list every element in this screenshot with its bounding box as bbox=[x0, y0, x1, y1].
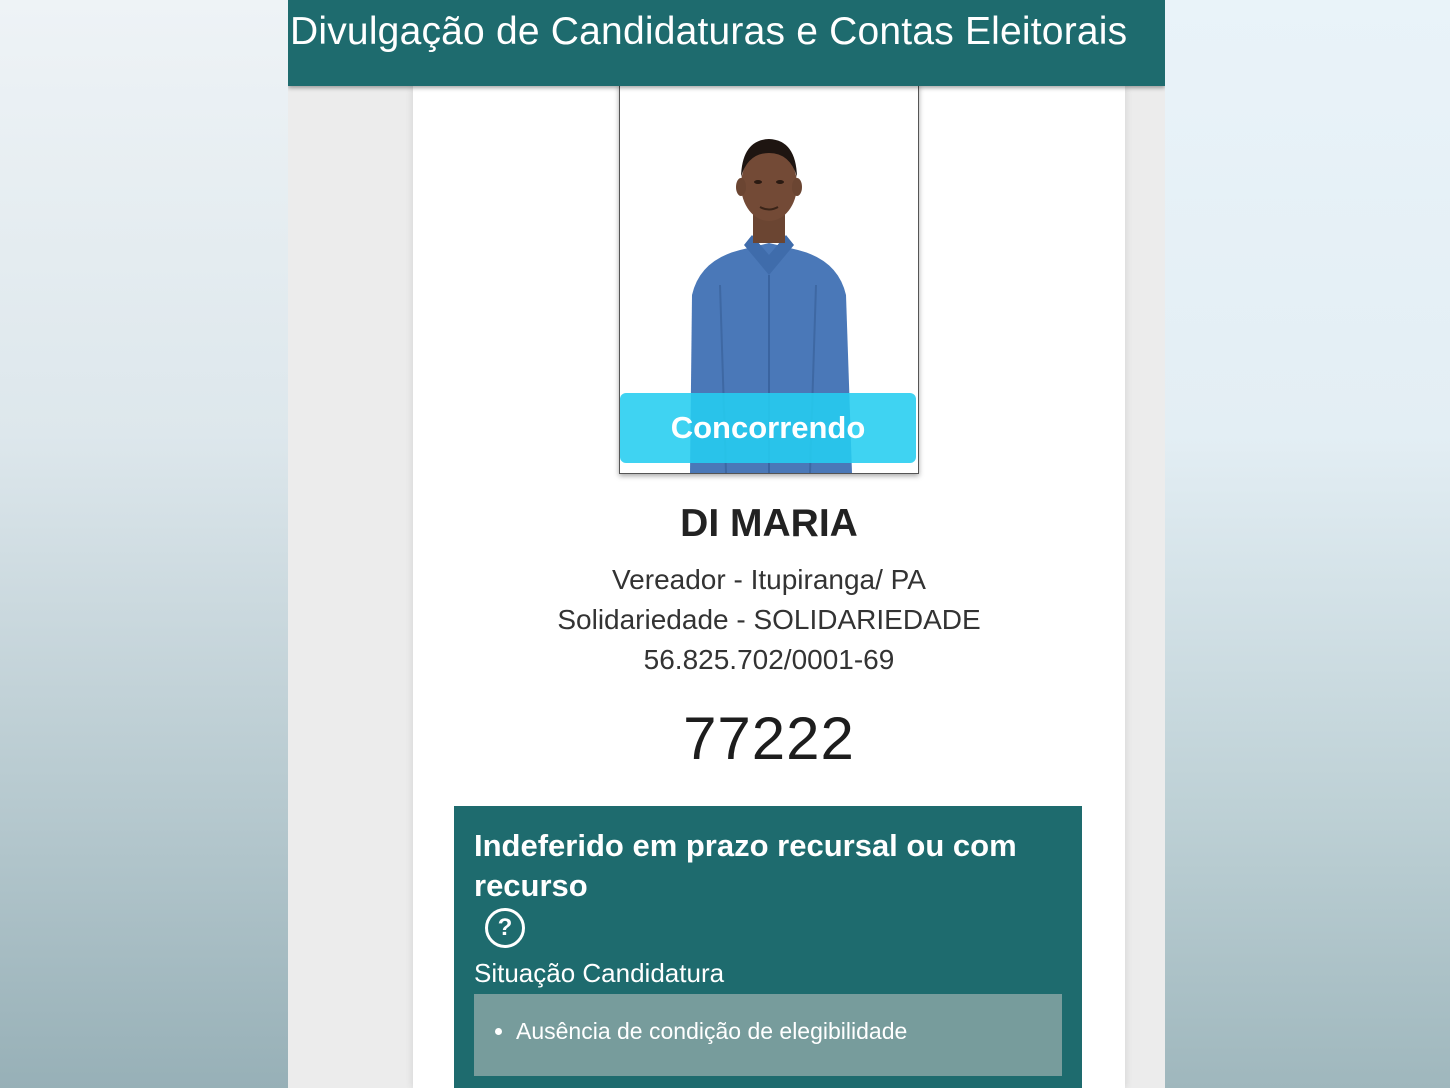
candidate-number: 77222 bbox=[683, 705, 855, 772]
candidacy-status-label: Situação Candidatura bbox=[474, 958, 725, 988]
question-circle-icon[interactable]: ? bbox=[485, 908, 525, 948]
status-reason-item: Ausência de condição de elegibilidade bbox=[516, 1018, 907, 1045]
status-badge: Concorrendo bbox=[620, 393, 916, 463]
candidate-photo[interactable]: Concorrendo bbox=[619, 84, 919, 474]
candidate-card: Concorrendo DI MARIA Vereador - Itupiran… bbox=[413, 84, 1125, 1088]
app-title: Divulgação de Candidaturas e Contas Elei… bbox=[290, 10, 1128, 53]
app-screen: Divulgação de Candidaturas e Contas Elei… bbox=[288, 0, 1165, 1088]
app-header: Divulgação de Candidaturas e Contas Elei… bbox=[288, 0, 1165, 86]
status-reasons-box: Ausência de condição de elegibilidade bbox=[474, 994, 1062, 1076]
background-left bbox=[0, 0, 288, 1088]
candidacy-status-title: Indeferido em prazo recursal ou com recu… bbox=[474, 828, 1017, 903]
office-location: Vereador - Itupiranga/ PA bbox=[612, 564, 926, 595]
background-right bbox=[1165, 0, 1450, 1088]
candidacy-status-panel: Indeferido em prazo recursal ou com recu… bbox=[454, 806, 1082, 1088]
cnpj-number: 56.825.702/0001-69 bbox=[643, 644, 895, 675]
status-reasons-list: Ausência de condição de elegibilidade bbox=[474, 1018, 907, 1045]
party-name: Solidariedade - SOLIDARIEDADE bbox=[557, 604, 981, 635]
candidate-name: DI MARIA bbox=[680, 502, 858, 545]
